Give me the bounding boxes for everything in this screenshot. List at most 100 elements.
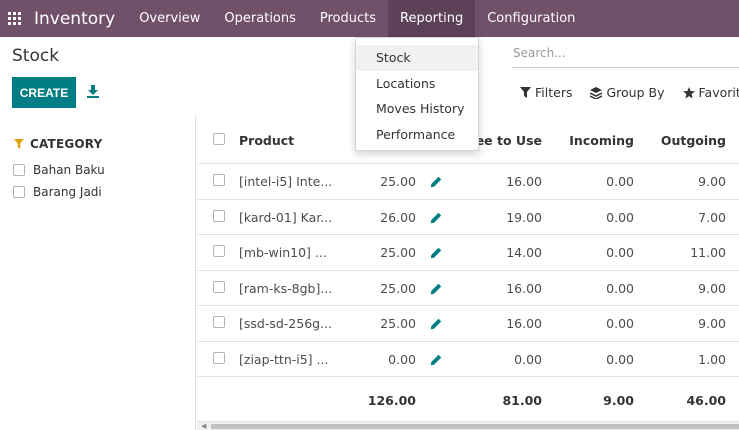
menu-products[interactable]: Products <box>308 0 388 37</box>
category-checkbox[interactable] <box>13 186 25 198</box>
menu-operations[interactable]: Operations <box>212 0 307 37</box>
pencil-icon[interactable] <box>430 354 442 366</box>
free-to-use-cell: 16.00 <box>506 280 542 296</box>
total-outgoing: 46.00 <box>686 393 726 408</box>
app-name[interactable]: Inventory <box>34 9 115 29</box>
favorites-label: Favorites <box>698 85 739 100</box>
product-cell: [ziap-ttn-i5] ... <box>239 351 329 367</box>
product-cell: [mb-win10] ... <box>239 245 327 260</box>
row-checkbox[interactable] <box>213 209 225 222</box>
incoming-cell: 0.00 <box>606 280 634 296</box>
header-incoming[interactable]: Incoming <box>569 133 634 148</box>
product-cell: [ssd-sd-256g... <box>239 316 333 331</box>
category-heading-label: CATEGORY <box>30 137 103 151</box>
favorites-button[interactable]: Favorites <box>682 85 739 100</box>
row-checkbox[interactable] <box>213 351 225 364</box>
dropdown-item-stock[interactable]: Stock <box>356 45 478 71</box>
group-by-label: Group By <box>606 85 665 100</box>
create-button[interactable]: CREATE <box>12 77 76 108</box>
table-row[interactable]: [kard-01] Kar... 26.00 19.00 0.00 7.00 <box>197 200 739 235</box>
incoming-cell: 0.00 <box>606 316 634 331</box>
dropdown-item-locations[interactable]: Locations <box>356 71 478 97</box>
category-item-bahan-baku[interactable]: Bahan Baku <box>13 163 105 177</box>
free-to-use-cell: 19.00 <box>506 209 542 225</box>
free-to-use-cell: 16.00 <box>506 316 542 331</box>
search-options: Filters Group By Favorites <box>520 85 739 100</box>
pencil-icon[interactable] <box>430 283 442 295</box>
top-navbar: Inventory Overview Operations Products R… <box>0 0 739 37</box>
outgoing-cell: 7.00 <box>698 209 726 225</box>
outgoing-cell: 9.00 <box>698 280 726 296</box>
table-totals-row: 126.00 81.00 9.00 46.00 <box>197 377 739 422</box>
category-sidebar: CATEGORY Bahan Baku Barang Jadi <box>0 116 196 430</box>
header-outgoing[interactable]: Outgoing <box>661 133 726 148</box>
menu-overview[interactable]: Overview <box>127 0 212 37</box>
dropdown-item-moves-history[interactable]: Moves History <box>356 96 478 122</box>
filters-label: Filters <box>535 85 573 100</box>
on-hand-cell: 25.00 <box>380 280 416 296</box>
table-row[interactable]: [ziap-ttn-i5] ... 0.00 0.00 0.00 1.00 <box>197 342 739 377</box>
pencil-icon[interactable] <box>430 247 442 259</box>
row-checkbox[interactable] <box>213 245 225 257</box>
category-item-barang-jadi[interactable]: Barang Jadi <box>13 185 102 199</box>
menu-configuration[interactable]: Configuration <box>475 0 587 37</box>
outgoing-cell: 11.00 <box>690 245 726 260</box>
row-checkbox[interactable] <box>213 316 225 328</box>
dropdown-item-performance[interactable]: Performance <box>356 122 478 148</box>
table-row[interactable]: [mb-win10] ... 25.00 14.00 0.00 11.00 <box>197 235 739 271</box>
pencil-icon[interactable] <box>430 176 442 188</box>
filters-button[interactable]: Filters <box>520 85 572 100</box>
on-hand-cell: 25.00 <box>380 245 416 260</box>
header-product[interactable]: Product <box>239 133 294 148</box>
table-row[interactable]: [ssd-sd-256g... 25.00 16.00 0.00 9.00 <box>197 306 739 342</box>
table-row[interactable]: [intel-i5] Inte... 25.00 16.00 0.00 9.00 <box>197 164 739 200</box>
free-to-use-cell: 0.00 <box>514 351 542 367</box>
search-bar <box>512 40 739 68</box>
total-free-to-use: 81.00 <box>502 393 542 408</box>
reporting-dropdown: Stock Locations Moves History Performanc… <box>355 37 479 151</box>
product-cell: [kard-01] Kar... <box>239 209 333 225</box>
on-hand-cell: 25.00 <box>380 316 416 331</box>
category-heading: CATEGORY <box>14 137 102 151</box>
outgoing-cell: 1.00 <box>698 351 726 367</box>
stock-table: Product Free to Use Incoming Outgoing [i… <box>197 116 739 430</box>
incoming-cell: 0.00 <box>606 174 634 189</box>
free-to-use-cell: 14.00 <box>506 245 542 260</box>
select-all-checkbox[interactable] <box>213 133 225 145</box>
layers-icon <box>590 86 603 99</box>
product-cell: [ram-ks-8gb]... <box>239 280 333 296</box>
table-row[interactable]: [ram-ks-8gb]... 25.00 16.00 0.00 9.00 <box>197 271 739 306</box>
horizontal-scrollbar[interactable]: ◀ <box>197 421 739 430</box>
page-title: Stock <box>12 46 60 66</box>
row-checkbox[interactable] <box>213 174 225 186</box>
pencil-icon[interactable] <box>430 212 442 224</box>
total-incoming: 9.00 <box>603 393 634 408</box>
category-label: Bahan Baku <box>33 163 105 177</box>
category-label: Barang Jadi <box>33 185 102 199</box>
star-icon <box>682 86 695 98</box>
scroll-left-icon[interactable]: ◀ <box>201 423 206 430</box>
download-icon[interactable] <box>86 84 100 98</box>
main-menu: Overview Operations Products Reporting C… <box>127 0 587 37</box>
row-checkbox[interactable] <box>213 280 225 293</box>
on-hand-cell: 26.00 <box>380 209 416 225</box>
menu-reporting[interactable]: Reporting <box>388 0 476 37</box>
filter-icon <box>14 139 24 149</box>
pencil-icon[interactable] <box>430 318 442 330</box>
outgoing-cell: 9.00 <box>698 174 726 189</box>
category-checkbox[interactable] <box>13 164 25 176</box>
filter-icon <box>520 87 531 98</box>
outgoing-cell: 9.00 <box>698 316 726 331</box>
on-hand-cell: 25.00 <box>380 174 416 189</box>
product-cell: [intel-i5] Inte... <box>239 174 333 189</box>
incoming-cell: 0.00 <box>606 351 634 367</box>
incoming-cell: 0.00 <box>606 209 634 225</box>
incoming-cell: 0.00 <box>606 245 634 260</box>
search-input[interactable] <box>512 40 739 66</box>
on-hand-cell: 0.00 <box>388 351 416 367</box>
total-on-hand: 126.00 <box>367 393 416 408</box>
free-to-use-cell: 16.00 <box>506 174 542 189</box>
apps-grid-icon[interactable] <box>8 12 21 25</box>
scrollbar-thumb[interactable] <box>211 424 739 429</box>
group-by-button[interactable]: Group By <box>590 85 665 100</box>
